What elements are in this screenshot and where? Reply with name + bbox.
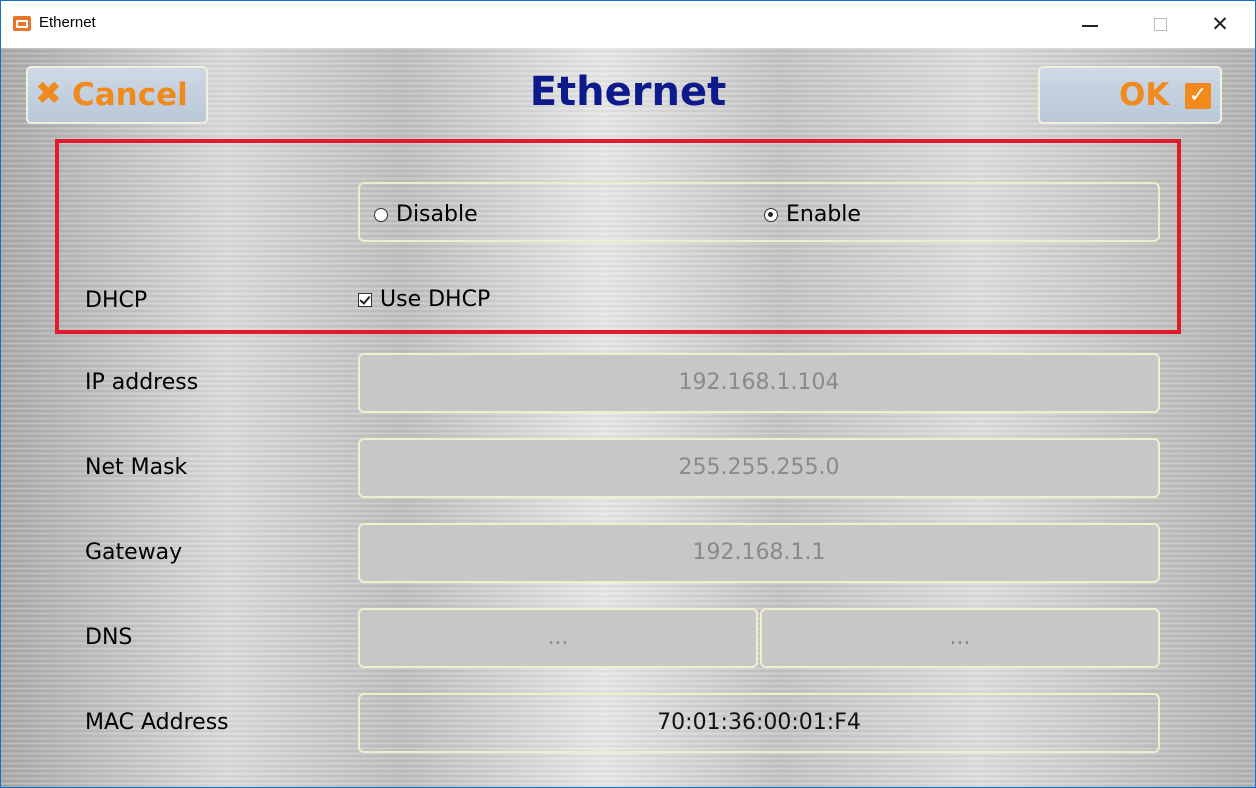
title-bar: Ethernet ✕ — [1, 1, 1255, 48]
ip-address-label: IP address — [85, 370, 199, 395]
checkbox-checked-icon — [358, 292, 372, 307]
ok-label: OK — [1119, 77, 1170, 113]
ethernet-radio-group: Disable Enable — [358, 182, 1160, 242]
window-title: Ethernet — [39, 14, 96, 31]
dns-secondary-field[interactable]: ... — [760, 608, 1160, 668]
gateway-label: Gateway — [85, 540, 183, 565]
radio-disable-label: Disable — [396, 202, 478, 227]
radio-disable[interactable]: Disable — [374, 202, 478, 227]
ok-button[interactable]: OK ✓ — [1038, 66, 1222, 124]
gateway-field[interactable]: 192.168.1.1 — [358, 523, 1160, 583]
radio-enable[interactable]: Enable — [764, 202, 861, 227]
net-mask-label: Net Mask — [85, 455, 188, 480]
ip-address-field[interactable]: 192.168.1.104 — [358, 353, 1160, 413]
dhcp-label: DHCP — [85, 288, 148, 313]
checkmark-icon: ✓ — [1185, 83, 1211, 109]
app-icon — [13, 16, 31, 31]
mac-address-label: MAC Address — [85, 710, 229, 735]
dns-primary-field[interactable]: ... — [358, 608, 758, 668]
maximize-icon — [1153, 17, 1167, 31]
minimize-button[interactable] — [1067, 1, 1113, 47]
close-button[interactable]: ✕ — [1197, 1, 1243, 47]
radio-enable-label: Enable — [786, 202, 861, 227]
radio-selected-icon — [764, 207, 778, 222]
use-dhcp-checkbox[interactable]: Use DHCP — [358, 287, 490, 312]
use-dhcp-label: Use DHCP — [380, 287, 491, 312]
minimize-icon — [1082, 25, 1098, 27]
close-icon: ✕ — [1211, 12, 1229, 36]
ethernet-window: Ethernet ✕ ✖ Cancel Ethernet OK ✓ Disabl… — [0, 0, 1256, 788]
dns-label: DNS — [85, 625, 133, 650]
maximize-button[interactable] — [1137, 1, 1183, 47]
net-mask-field[interactable]: 255.255.255.0 — [358, 438, 1160, 498]
mac-address-field: 70:01:36:00:01:F4 — [358, 693, 1160, 753]
radio-unselected-icon — [374, 207, 388, 222]
dialog-body: ✖ Cancel Ethernet OK ✓ Disable Enable DH… — [1, 48, 1255, 787]
